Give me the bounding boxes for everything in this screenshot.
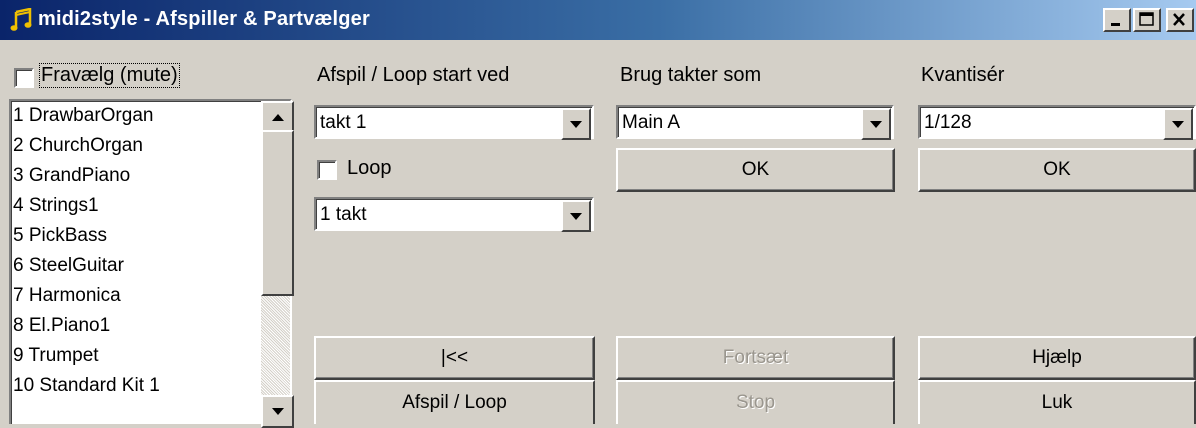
title-bar[interactable]: midi2style - Afspiller & Partvælger xyxy=(0,0,1196,40)
chevron-down-icon xyxy=(1172,120,1184,128)
play-loop-button[interactable]: Afspil / Loop xyxy=(314,380,595,424)
list-item[interactable]: 6 SteelGuitar xyxy=(11,251,259,281)
start-bar-select[interactable]: takt 1 xyxy=(314,105,594,140)
quantize-ok-button[interactable]: OK xyxy=(918,148,1196,192)
track-list-scrollbar[interactable] xyxy=(261,101,294,428)
quantize-heading: Kvantisér xyxy=(921,64,1005,86)
bars-ok-button[interactable]: OK xyxy=(616,148,895,192)
bars-as-select[interactable]: Main A xyxy=(616,105,894,140)
close-button[interactable] xyxy=(1166,8,1194,32)
maximize-button[interactable] xyxy=(1133,8,1161,32)
list-item[interactable]: 8 El.Piano1 xyxy=(11,311,259,341)
continue-button[interactable]: Fortsæt xyxy=(616,336,895,380)
loop-length-value: 1 takt xyxy=(320,204,367,225)
list-item[interactable]: 7 Harmonica xyxy=(11,281,259,311)
scroll-down-button[interactable] xyxy=(261,395,294,428)
mute-label[interactable]: Fravælg (mute) xyxy=(39,63,180,88)
start-bar-value: takt 1 xyxy=(320,112,367,133)
close-dialog-button[interactable]: Luk xyxy=(918,380,1196,424)
maximize-icon xyxy=(1139,12,1154,26)
bars-heading: Brug takter som xyxy=(620,64,762,86)
chevron-down-icon xyxy=(570,120,582,128)
list-item[interactable]: 10 Standard Kit 1 xyxy=(11,371,259,401)
arrow-down-icon xyxy=(271,408,284,415)
loop-label[interactable]: Loop xyxy=(347,157,392,180)
chevron-down-icon xyxy=(870,120,882,128)
loop-length-dropdown-button[interactable] xyxy=(561,200,591,232)
minimize-button[interactable] xyxy=(1103,8,1131,32)
window-title: midi2style - Afspiller & Partvælger xyxy=(38,8,370,30)
playback-heading: Afspil / Loop start ved xyxy=(317,64,510,86)
music-note-icon xyxy=(10,8,32,31)
list-item[interactable]: 4 Strings1 xyxy=(11,191,259,221)
start-bar-dropdown-button[interactable] xyxy=(561,108,591,140)
bars-as-dropdown-button[interactable] xyxy=(861,108,891,140)
mute-checkbox[interactable] xyxy=(14,68,34,88)
track-list[interactable]: 1 DrawbarOrgan 2 ChurchOrgan 3 GrandPiano 4… xyxy=(9,99,294,428)
list-item[interactable]: 3 GrandPiano xyxy=(11,161,259,191)
bars-as-value: Main A xyxy=(622,112,681,133)
scroll-thumb[interactable] xyxy=(261,130,294,296)
arrow-up-icon xyxy=(271,114,284,121)
list-item[interactable]: 2 ChurchOrgan xyxy=(11,131,259,161)
list-item[interactable]: 5 PickBass xyxy=(11,221,259,251)
help-button[interactable]: Hjælp xyxy=(918,336,1196,380)
quantize-dropdown-button[interactable] xyxy=(1163,108,1193,140)
close-icon xyxy=(1173,13,1185,26)
loop-checkbox[interactable] xyxy=(317,160,337,180)
quantize-select[interactable]: 1/128 xyxy=(918,105,1196,140)
chevron-down-icon xyxy=(570,212,582,220)
loop-length-select[interactable]: 1 takt xyxy=(314,197,594,232)
rewind-button[interactable]: |<< xyxy=(314,336,595,380)
list-item[interactable]: 9 Trumpet xyxy=(11,341,259,371)
quantize-value: 1/128 xyxy=(924,112,972,133)
minimize-icon xyxy=(1111,23,1120,26)
track-list-items: 1 DrawbarOrgan 2 ChurchOrgan 3 GrandPiano 4… xyxy=(11,101,259,401)
stop-button[interactable]: Stop xyxy=(616,380,895,424)
list-item[interactable]: 1 DrawbarOrgan xyxy=(11,101,259,131)
